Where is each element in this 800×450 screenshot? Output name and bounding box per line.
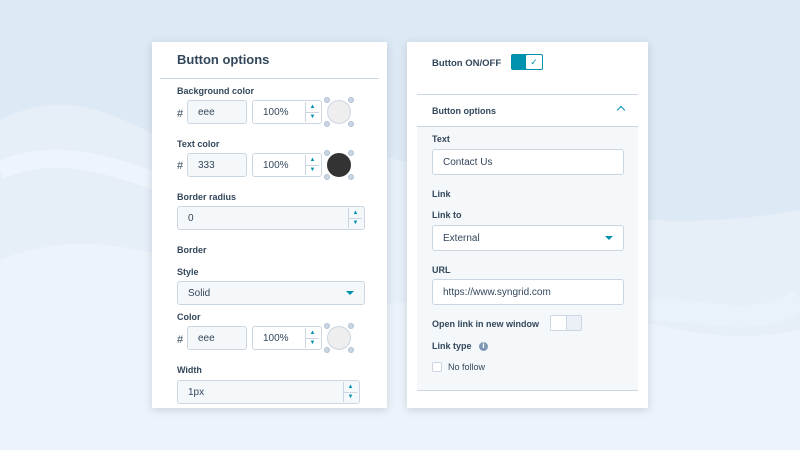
button-toggle-label: Button ON/OFF bbox=[432, 58, 502, 69]
color-circle-light bbox=[327, 100, 351, 124]
link-to-value: External bbox=[443, 233, 480, 244]
background-color-hex-input[interactable]: eee bbox=[187, 100, 247, 124]
border-width-value: 1px bbox=[188, 387, 205, 398]
link-type-label: Link type bbox=[432, 341, 472, 351]
stepper-down-icon[interactable]: ▼ bbox=[348, 217, 362, 228]
resize-handle bbox=[348, 97, 354, 103]
resize-handle bbox=[324, 347, 330, 353]
stepper-down-icon[interactable]: ▼ bbox=[343, 391, 357, 402]
link-to-select[interactable]: External bbox=[432, 225, 624, 251]
resize-handle bbox=[348, 323, 354, 329]
title-divider bbox=[160, 78, 379, 79]
text-color-swatch[interactable] bbox=[324, 150, 354, 180]
color-circle-light bbox=[327, 326, 351, 350]
resize-handle bbox=[324, 174, 330, 180]
border-color-opacity-input[interactable]: 100% ▲ ▼ bbox=[252, 326, 322, 350]
background-color-hex-value: eee bbox=[198, 107, 215, 118]
border-color-opacity-stepper: ▲ ▼ bbox=[305, 328, 319, 348]
url-input[interactable]: https://www.syngrid.com bbox=[432, 279, 624, 305]
border-color-hex-input[interactable]: eee bbox=[187, 326, 247, 350]
open-new-window-toggle[interactable] bbox=[550, 315, 582, 331]
stepper-up-icon[interactable]: ▲ bbox=[305, 155, 319, 165]
background-color-swatch[interactable] bbox=[324, 97, 354, 127]
resize-handle bbox=[348, 174, 354, 180]
text-label: Text bbox=[432, 134, 450, 144]
stepper-down-icon[interactable]: ▼ bbox=[305, 337, 319, 348]
caret-down-icon bbox=[346, 291, 354, 295]
border-color-label: Color bbox=[177, 312, 201, 322]
stepper-up-icon[interactable]: ▲ bbox=[343, 382, 357, 392]
resize-handle bbox=[324, 97, 330, 103]
border-heading: Border bbox=[177, 245, 207, 255]
resize-handle bbox=[348, 150, 354, 156]
border-radius-value: 0 bbox=[188, 213, 194, 224]
no-follow-label: No follow bbox=[448, 362, 486, 372]
section-title: Button options bbox=[432, 106, 496, 116]
border-radius-input[interactable]: 0 ▲ ▼ bbox=[177, 206, 365, 230]
border-color-hex-value: eee bbox=[198, 333, 215, 344]
border-style-value: Solid bbox=[188, 288, 211, 299]
background-waves bbox=[0, 0, 800, 450]
text-color-opacity-input[interactable]: 100% ▲ ▼ bbox=[252, 153, 322, 177]
border-style-select[interactable]: Solid bbox=[177, 281, 365, 305]
text-color-hex-value: 333 bbox=[198, 160, 215, 171]
resize-handle bbox=[324, 150, 330, 156]
border-radius-label: Border radius bbox=[177, 192, 237, 202]
border-width-label: Width bbox=[177, 365, 202, 375]
background-color-opacity-input[interactable]: 100% ▲ ▼ bbox=[252, 100, 322, 124]
stepper-up-icon[interactable]: ▲ bbox=[305, 102, 319, 112]
panel-title: Button options bbox=[177, 52, 270, 67]
border-width-input[interactable]: 1px ▲ ▼ bbox=[177, 380, 360, 404]
check-icon: ✓ bbox=[526, 55, 542, 69]
button-options-panel: Button options Background color # eee 10… bbox=[152, 42, 387, 408]
link-heading: Link bbox=[432, 189, 451, 199]
button-text-value: Contact Us bbox=[443, 157, 493, 168]
resize-handle bbox=[348, 347, 354, 353]
button-text-input[interactable]: Contact Us bbox=[432, 149, 624, 175]
caret-down-icon bbox=[605, 236, 613, 240]
button-options-accordion-body: Text Contact Us Link Link to External UR… bbox=[417, 127, 638, 391]
button-options-accordion-header[interactable]: Button options bbox=[417, 94, 638, 127]
text-color-opacity-stepper: ▲ ▼ bbox=[305, 155, 319, 175]
resize-handle bbox=[324, 323, 330, 329]
url-label: URL bbox=[432, 265, 451, 275]
border-width-stepper: ▲ ▼ bbox=[343, 382, 357, 402]
stepper-up-icon[interactable]: ▲ bbox=[348, 208, 362, 218]
chevron-up-icon[interactable] bbox=[616, 105, 626, 115]
background-color-label: Background color bbox=[177, 86, 255, 96]
url-value: https://www.syngrid.com bbox=[443, 287, 551, 298]
button-on-off-toggle[interactable]: ✓ bbox=[511, 54, 543, 70]
info-icon[interactable]: i bbox=[479, 342, 488, 351]
background-color-hash: # bbox=[177, 108, 184, 120]
border-style-label: Style bbox=[177, 267, 199, 277]
border-color-hash: # bbox=[177, 334, 184, 346]
button-settings-panel: Button ON/OFF ✓ Button options Text Cont… bbox=[407, 42, 648, 408]
new-window-label: Open link in new window bbox=[432, 319, 540, 329]
stepper-down-icon[interactable]: ▼ bbox=[305, 111, 319, 122]
link-to-label: Link to bbox=[432, 210, 462, 220]
border-radius-stepper: ▲ ▼ bbox=[348, 208, 362, 228]
text-color-hash: # bbox=[177, 160, 184, 172]
border-color-opacity-value: 100% bbox=[263, 333, 289, 344]
background-color-opacity-value: 100% bbox=[263, 107, 289, 118]
background-color-opacity-stepper: ▲ ▼ bbox=[305, 102, 319, 122]
stepper-down-icon[interactable]: ▼ bbox=[305, 164, 319, 175]
stepper-up-icon[interactable]: ▲ bbox=[305, 328, 319, 338]
toggle-knob bbox=[551, 316, 567, 330]
text-color-hex-input[interactable]: 333 bbox=[187, 153, 247, 177]
resize-handle bbox=[348, 121, 354, 127]
text-color-label: Text color bbox=[177, 139, 220, 149]
color-circle-dark bbox=[327, 153, 351, 177]
border-color-swatch[interactable] bbox=[324, 323, 354, 353]
resize-handle bbox=[324, 121, 330, 127]
text-color-opacity-value: 100% bbox=[263, 160, 289, 171]
no-follow-checkbox[interactable] bbox=[432, 362, 442, 372]
